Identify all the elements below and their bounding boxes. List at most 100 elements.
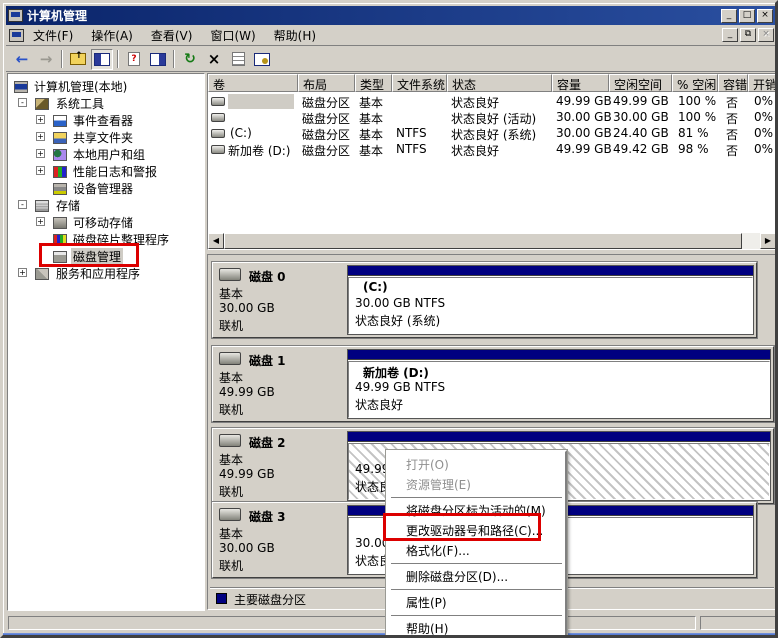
collapse-expander[interactable]: -	[18, 98, 27, 107]
menu-view[interactable]: 查看(V)	[142, 25, 202, 46]
column-header-status[interactable]: 状态	[447, 74, 552, 92]
scroll-right-arrow-icon[interactable]: ▶	[760, 233, 776, 249]
volume-icon	[211, 145, 225, 154]
disk-2-info: 磁盘 2 基本 49.99 GB 联机	[213, 429, 347, 503]
disk-1-row[interactable]: 磁盘 1 基本 49.99 GB 联机 新加卷 (D:) 49.99 GB NT…	[212, 346, 774, 422]
primary-partition-band	[348, 350, 770, 360]
column-header-capacity[interactable]: 容量	[552, 74, 609, 92]
menu-file[interactable]: 文件(F)	[24, 25, 82, 46]
scroll-left-arrow-icon[interactable]: ◀	[208, 233, 224, 249]
toolbar-separator	[117, 50, 119, 68]
hard-disk-icon	[219, 508, 241, 521]
hard-disk-icon	[219, 434, 241, 447]
table-row[interactable]: 磁盘分区 基本 状态良好 (活动) 30.00 GB 30.00 GB 100 …	[208, 110, 776, 126]
storage-icon	[35, 200, 49, 212]
volume-icon	[211, 113, 225, 122]
delete-icon[interactable]: ×	[203, 49, 225, 70]
disk-0-info: 磁盘 0 基本 30.00 GB 联机	[213, 263, 347, 337]
volume-icon	[211, 97, 225, 106]
context-menu-format[interactable]: 格式化(F)...	[390, 541, 563, 561]
column-header-layout[interactable]: 布局	[298, 74, 355, 92]
column-header-faulttolerance[interactable]: 容错	[718, 74, 748, 92]
scrollbar-thumb[interactable]	[224, 233, 742, 249]
up-folder-icon[interactable]	[67, 49, 89, 70]
context-menu-properties[interactable]: 属性(P)	[390, 593, 563, 613]
primary-partition-band	[348, 266, 753, 276]
expand-expander[interactable]: +	[36, 115, 45, 124]
console-tree-pane: 计算机管理(本地) - 系统工具 + 事件查看器 + 共享文件夹 + 本地用户和…	[7, 73, 205, 611]
volume-icon	[211, 129, 225, 138]
services-applications-icon	[35, 268, 49, 280]
menu-action[interactable]: 操作(A)	[82, 25, 142, 46]
forward-icon[interactable]: →	[35, 49, 57, 70]
console-tree-toggle-icon[interactable]	[91, 49, 113, 70]
back-icon[interactable]: ←	[11, 49, 33, 70]
disk-0-partition[interactable]: (C:) 30.00 GB NTFS 状态良好 (系统)	[347, 265, 754, 335]
minimize-button[interactable]: _	[721, 9, 737, 23]
computer-icon	[14, 81, 28, 93]
table-row[interactable]: 新加卷 (D:) 磁盘分区 基本 NTFS 状态良好 49.99 GB 49.4…	[208, 142, 776, 158]
expand-expander[interactable]: +	[36, 166, 45, 175]
shared-folders-icon	[53, 132, 67, 144]
menu-bar: 文件(F) 操作(A) 查看(V) 窗口(W) 帮助(H) _ ⧉ ×	[6, 25, 778, 46]
primary-partition-band	[348, 432, 770, 442]
column-header-filesystem[interactable]: 文件系统	[392, 74, 447, 92]
partition-context-menu: 打开(O) 资源管理(E) 将磁盘分区标为活动的(M) 更改驱动器号和路径(C)…	[386, 450, 567, 638]
expand-expander[interactable]: +	[36, 149, 45, 158]
mdi-child-icon[interactable]	[9, 29, 24, 42]
help-window-icon[interactable]	[251, 49, 273, 70]
device-manager-icon	[53, 183, 67, 195]
column-header-overhead[interactable]: 开销	[748, 74, 777, 92]
help-doc-icon[interactable]: ?	[123, 49, 145, 70]
table-row[interactable]: (C:) 磁盘分区 基本 NTFS 状态良好 (系统) 30.00 GB 24.…	[208, 126, 776, 142]
horizontal-scrollbar[interactable]: ◀ ▶	[208, 233, 776, 249]
toolbar: ← → ? ↻ ×	[6, 47, 778, 72]
performance-logs-icon	[53, 166, 67, 178]
collapse-expander[interactable]: -	[18, 200, 27, 209]
toolbar-separator	[61, 50, 63, 68]
annotation-box-change-drive-letter	[383, 513, 541, 541]
menu-separator	[391, 589, 562, 591]
column-header-pctfree[interactable]: % 空闲	[672, 74, 718, 92]
disk-3-info: 磁盘 3 基本 30.00 GB 联机	[213, 503, 347, 577]
hard-disk-icon	[219, 352, 241, 365]
mdi-restore-button[interactable]: ⧉	[740, 28, 756, 42]
disk-1-info: 磁盘 1 基本 49.99 GB 联机	[213, 347, 347, 421]
context-menu-delete-partition[interactable]: 删除磁盘分区(D)...	[390, 567, 563, 587]
column-header-volume[interactable]: 卷	[208, 74, 298, 92]
context-menu-open: 打开(O)	[390, 455, 563, 475]
table-row[interactable]: 磁盘分区 基本 状态良好 49.99 GB 49.99 GB 100 % 否 0…	[208, 94, 776, 110]
context-menu-explore: 资源管理(E)	[390, 475, 563, 495]
expand-expander[interactable]: +	[36, 132, 45, 141]
action-pane-icon[interactable]	[147, 49, 169, 70]
menu-window[interactable]: 窗口(W)	[201, 25, 264, 46]
primary-partition-legend-swatch	[216, 593, 227, 604]
menu-separator	[391, 497, 562, 499]
app-icon	[8, 9, 23, 22]
column-header-type[interactable]: 类型	[355, 74, 392, 92]
maximize-button[interactable]: □	[739, 9, 755, 23]
context-menu-help[interactable]: 帮助(H)	[390, 619, 563, 638]
hard-disk-icon	[219, 268, 241, 281]
status-panel-right	[700, 616, 776, 630]
volume-list-pane: 卷 布局 类型 文件系统 状态 容量 空闲空间 % 空闲 容错 开销 磁盘分区 …	[207, 73, 777, 250]
system-tools-icon	[35, 98, 49, 110]
local-users-groups-icon	[53, 149, 67, 161]
selected-volume-placeholder	[228, 94, 294, 109]
column-header-freespace[interactable]: 空闲空间	[609, 74, 672, 92]
computer-management-window: 计算机管理 _ □ × 文件(F) 操作(A) 查看(V) 窗口(W) 帮助(H…	[0, 0, 778, 638]
disk-0-row[interactable]: 磁盘 0 基本 30.00 GB 联机 (C:) 30.00 GB NTFS 状…	[212, 262, 757, 338]
expand-expander[interactable]: +	[18, 268, 27, 277]
event-viewer-icon	[53, 115, 67, 127]
annotation-box-disk-management	[39, 243, 139, 267]
disk-1-partition[interactable]: 新加卷 (D:) 49.99 GB NTFS 状态良好	[347, 349, 771, 419]
properties-icon[interactable]	[227, 49, 249, 70]
title-bar[interactable]: 计算机管理 _ □ ×	[6, 6, 775, 25]
refresh-icon[interactable]: ↻	[179, 49, 201, 70]
close-button[interactable]: ×	[757, 9, 773, 23]
menu-help[interactable]: 帮助(H)	[265, 25, 325, 46]
expand-expander[interactable]: +	[36, 217, 45, 226]
mdi-minimize-button[interactable]: _	[722, 28, 738, 42]
toolbar-separator	[173, 50, 175, 68]
menu-separator	[391, 563, 562, 565]
